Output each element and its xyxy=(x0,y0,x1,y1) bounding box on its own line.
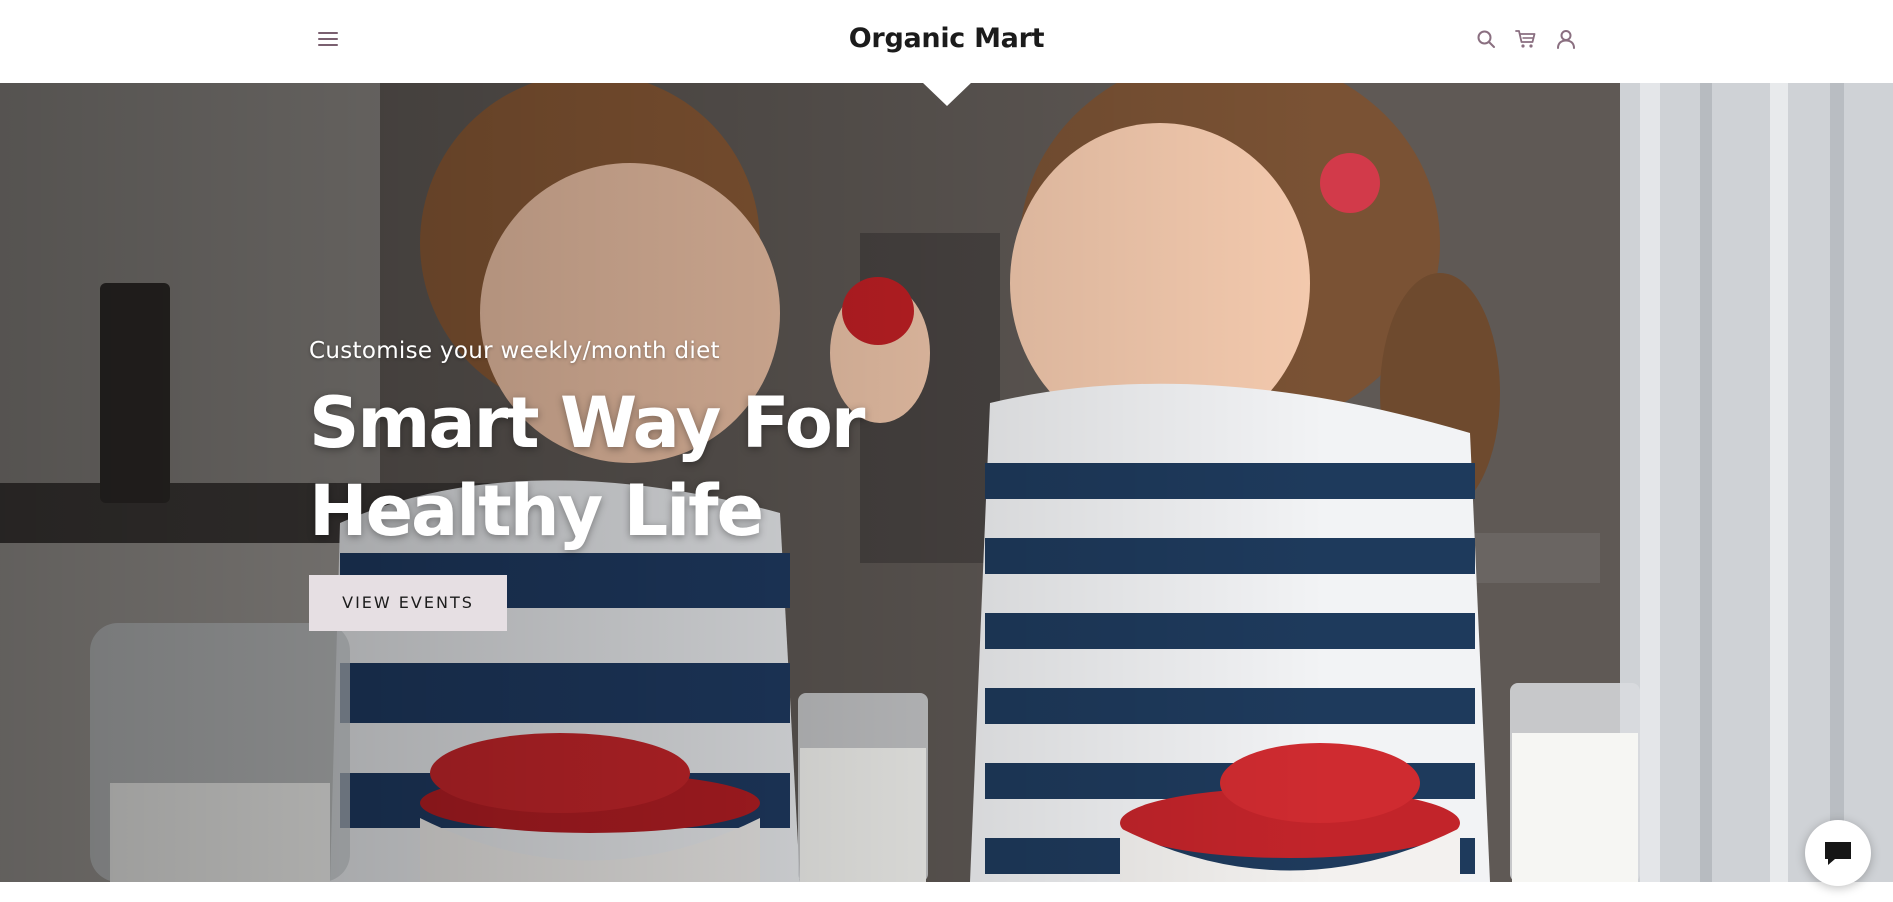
header-actions xyxy=(1468,24,1584,54)
header-notch xyxy=(922,82,972,106)
menu-button[interactable] xyxy=(310,24,346,54)
cart-button[interactable] xyxy=(1508,24,1544,54)
chat-bubble-icon xyxy=(1825,842,1851,865)
site-header: Organic Mart xyxy=(0,0,1893,83)
page: Organic Mart Customise your weekly/month… xyxy=(0,0,1893,902)
hero-title-line-2: Healthy Life xyxy=(309,470,764,552)
brand-logo-text[interactable]: Organic Mart xyxy=(849,23,1045,54)
hero-banner: Customise your weekly/month diet Smart W… xyxy=(0,83,1893,882)
hero-title-line-1: Smart Way For xyxy=(309,382,865,464)
hero-subtitle: Customise your weekly/month diet xyxy=(309,338,720,364)
chat-button[interactable] xyxy=(1805,820,1871,886)
account-icon xyxy=(1557,30,1575,49)
hero-content: Customise your weekly/month diet Smart W… xyxy=(309,337,865,631)
account-button[interactable] xyxy=(1548,24,1584,54)
hero-title: Smart Way For Healthy Life xyxy=(309,379,865,555)
brand-wrapper: Organic Mart xyxy=(0,0,1893,76)
view-events-button[interactable]: VIEW EVENTS xyxy=(309,575,507,631)
hero-overlay xyxy=(0,83,1893,882)
cart-icon xyxy=(1515,30,1536,48)
search-button[interactable] xyxy=(1468,24,1504,54)
hamburger-menu-icon xyxy=(318,32,338,46)
search-icon xyxy=(1477,30,1495,48)
